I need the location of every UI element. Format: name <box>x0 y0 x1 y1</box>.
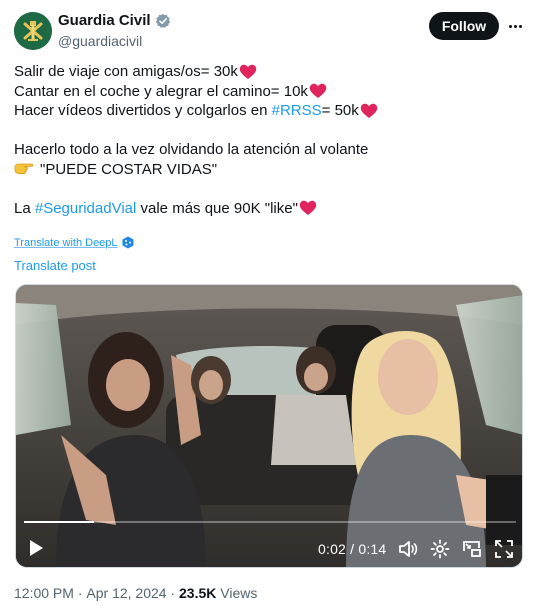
more-horizontal-icon[interactable] <box>505 16 525 36</box>
tweet-line: Hacer vídeos divertidos y colgarlos en #… <box>14 101 514 121</box>
red-heart-icon <box>299 201 317 216</box>
backhand-index-pointing-right-icon <box>14 163 34 175</box>
follow-button[interactable]: Follow <box>429 12 499 40</box>
video-player[interactable]: 0:02 / 0:14 <box>15 284 523 568</box>
picture-in-picture-icon[interactable] <box>462 539 482 559</box>
tweet-line-text: La <box>14 199 35 217</box>
translate-post-link[interactable]: Translate post <box>14 258 96 273</box>
red-heart-icon <box>239 64 257 79</box>
verified-badge-icon <box>155 13 171 29</box>
translate-deepl-link[interactable]: Translate with DeepL <box>14 237 118 249</box>
video-duration: 0:14 <box>358 541 387 557</box>
meta-separator: · <box>73 585 87 601</box>
tweet-line-text: vale más que 90K "like" <box>136 199 298 217</box>
tweet-line: Salir de viaje con amigas/os= 30k <box>14 62 514 82</box>
hashtag-link-seguridadvial[interactable]: #SeguridadVial <box>35 199 136 219</box>
video-progress-track[interactable] <box>24 521 516 523</box>
tweet-line: "PUEDE COSTAR VIDAS" <box>14 160 514 180</box>
tweet-text: Salir de viaje con amigas/os= 30k Cantar… <box>14 62 514 218</box>
video-time: 0:02 / 0:14 <box>318 541 386 557</box>
play-icon[interactable] <box>28 539 44 557</box>
red-heart-icon <box>360 103 378 118</box>
settings-icon[interactable] <box>430 539 450 559</box>
views-label: Views <box>216 585 258 601</box>
tweet-line-text: Hacerlo todo a la vez olvidando la atenc… <box>14 141 369 158</box>
author-display-name[interactable]: Guardia Civil <box>58 12 151 30</box>
tweet-line-text: Salir de viaje con amigas/os= 30k <box>14 63 238 80</box>
video-frame <box>16 285 522 567</box>
tweet-line: Hacerlo todo a la vez olvidando la atenc… <box>14 140 514 160</box>
translate-deepl: Translate with DeepL <box>14 236 134 249</box>
tweet-card: Guardia Civil @guardiacivil Follow Salir… <box>0 0 538 616</box>
meta-separator: · <box>166 585 180 601</box>
tweet-line: Cantar en el coche y alegrar el camino= … <box>14 82 514 102</box>
author-handle[interactable]: @guardiacivil <box>58 32 171 50</box>
red-heart-icon <box>309 84 327 99</box>
tweet-line-text: = 50k <box>321 102 359 119</box>
tweet-line-text: Cantar en el coche y alegrar el camino= … <box>14 82 308 100</box>
views-count: 23.5K <box>179 585 217 601</box>
deepl-logo-icon <box>122 236 134 249</box>
tweet-line-text: Hacer vídeos divertidos y colgarlos en <box>14 102 272 119</box>
tweet-date[interactable]: Apr 12, 2024 <box>86 585 166 601</box>
guardia-civil-emblem-icon[interactable] <box>14 12 52 50</box>
video-progress-fill <box>24 521 95 523</box>
volume-icon[interactable] <box>398 539 418 559</box>
tweet-line-text: "PUEDE COSTAR VIDAS" <box>40 160 218 178</box>
video-current-time: 0:02 <box>318 541 347 557</box>
hashtag-link-rrss[interactable]: #RRSS <box>272 101 322 121</box>
tweet-line: La #SeguridadVial vale más que 90K "like… <box>14 199 514 219</box>
tweet-time[interactable]: 12:00 PM <box>14 585 74 601</box>
author-info: Guardia Civil @guardiacivil <box>58 12 171 50</box>
tweet-metadata: 12:00 PM · Apr 12, 2024 · 23.5K Views <box>14 585 257 601</box>
fullscreen-icon[interactable] <box>494 539 514 559</box>
video-time-separator: / <box>346 541 359 557</box>
